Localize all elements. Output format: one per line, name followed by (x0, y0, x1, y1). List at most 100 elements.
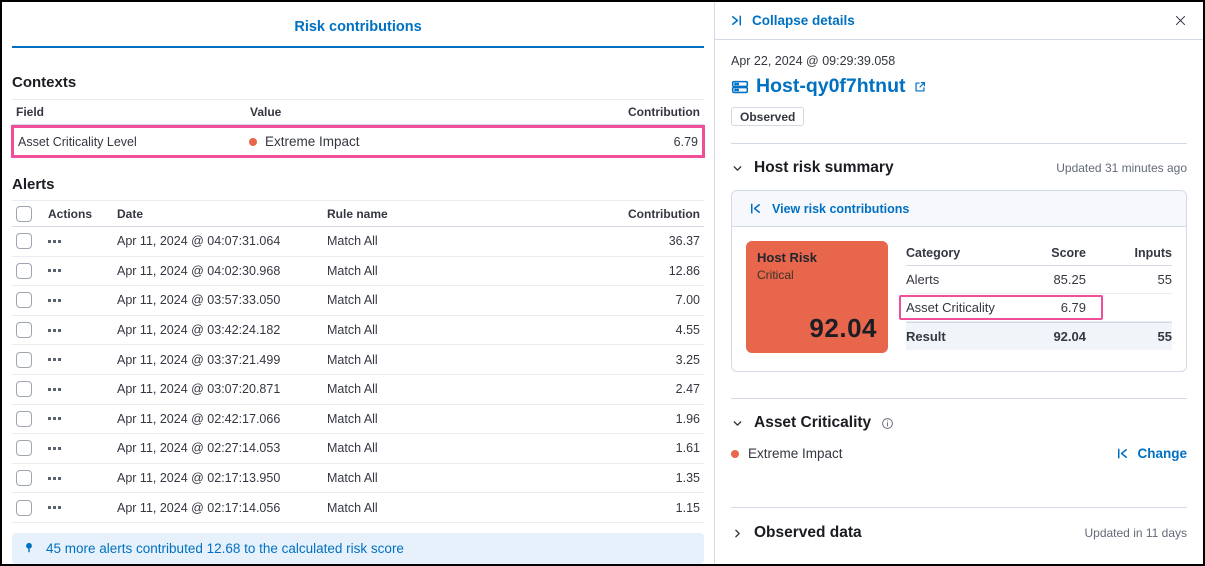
row-checkbox[interactable] (16, 351, 32, 368)
row-checkbox[interactable] (16, 470, 32, 487)
alert-contribution: 7.00 (675, 293, 700, 308)
alert-row: Apr 11, 2024 @ 03:37:21.499 Match All 3.… (12, 345, 704, 375)
risk-row-category: Result (906, 329, 946, 344)
alert-contribution: 1.61 (675, 441, 700, 456)
alert-row: Apr 11, 2024 @ 02:27:14.053 Match All 1.… (12, 434, 704, 464)
row-actions-icon[interactable] (48, 239, 117, 243)
risk-card-title: Host Risk (757, 250, 817, 265)
alerts-col-contribution: Contribution (628, 206, 700, 221)
open-external-icon[interactable] (913, 80, 927, 94)
risk-col-score: Score (1051, 246, 1086, 260)
host-risk-summary-header: Host risk summary Updated 31 minutes ago (731, 159, 1187, 177)
alerts-col-actions: Actions (48, 206, 93, 221)
row-checkbox[interactable] (16, 233, 32, 250)
change-criticality-button[interactable]: Change (1115, 446, 1187, 461)
risk-row-score: 6.79 (1060, 300, 1086, 315)
arrow-start-icon (748, 201, 763, 216)
contexts-col-contribution: Contribution (628, 105, 700, 119)
alert-row: Apr 11, 2024 @ 03:57:33.050 Match All 7.… (12, 286, 704, 316)
alert-row: Apr 11, 2024 @ 04:07:31.064 Match All 36… (12, 227, 704, 257)
alert-row: Apr 11, 2024 @ 04:02:30.968 Match All 12… (12, 257, 704, 287)
alert-contribution: 12.86 (668, 263, 700, 278)
alert-row: Apr 11, 2024 @ 02:42:17.066 Match All 1.… (12, 405, 704, 435)
row-checkbox[interactable] (16, 262, 32, 279)
alert-date: Apr 11, 2024 @ 04:07:31.064 (117, 234, 281, 249)
collapse-details-button[interactable]: Collapse details (729, 13, 855, 28)
observed-data-title: Observed data (754, 524, 862, 541)
row-actions-icon[interactable] (48, 269, 117, 273)
contexts-heading: Contexts (12, 74, 77, 91)
alerts-col-rule: Rule name (327, 206, 388, 221)
observed-data-updated: Updated in 11 days (1084, 526, 1187, 540)
alert-contribution: 4.55 (675, 323, 700, 338)
observed-data-header: Observed data Updated in 11 days (731, 524, 1187, 542)
risk-category-table: Category Score Inputs Alerts 85.25 55 As… (899, 241, 1172, 350)
context-field: Asset Criticality Level (18, 134, 137, 149)
row-checkbox[interactable] (16, 410, 32, 427)
view-risk-contributions-link[interactable]: View risk contributions (772, 202, 909, 216)
chevron-right-icon[interactable] (731, 527, 744, 540)
close-icon[interactable] (1174, 14, 1187, 27)
row-checkbox[interactable] (16, 499, 32, 516)
alert-date: Apr 11, 2024 @ 03:37:21.499 (117, 352, 281, 367)
context-value-label: Extreme Impact (265, 134, 360, 149)
alert-row: Apr 11, 2024 @ 02:17:13.950 Match All 1.… (12, 464, 704, 494)
alert-rule-name: Match All (327, 382, 378, 397)
alert-date: Apr 11, 2024 @ 02:17:13.950 (117, 471, 281, 486)
row-actions-icon[interactable] (48, 298, 117, 302)
alert-rule-name: Match All (327, 471, 378, 486)
row-checkbox[interactable] (16, 381, 32, 398)
contexts-col-field: Field (16, 105, 45, 119)
alert-contribution: 3.25 (675, 352, 700, 367)
host-risk-score-card: Host Risk Critical 92.04 (746, 241, 888, 353)
host-name-link[interactable]: Host-qy0f7htnut (756, 75, 906, 98)
risk-row-inputs: 55 (1157, 329, 1172, 344)
risk-card-score: 92.04 (809, 313, 877, 343)
row-actions-icon[interactable] (48, 446, 117, 450)
alert-date: Apr 11, 2024 @ 02:17:14.056 (117, 500, 281, 515)
contexts-table-header: Field Value Contribution (12, 99, 704, 125)
panel-title: Risk contributions (294, 19, 422, 35)
row-actions-icon[interactable] (48, 506, 117, 510)
flyout-topbar: Collapse details (715, 2, 1203, 40)
row-actions-icon[interactable] (48, 328, 117, 332)
chevron-down-icon[interactable] (731, 417, 744, 430)
pin-icon (22, 541, 36, 555)
event-timestamp: Apr 22, 2024 @ 09:29:39.058 (731, 54, 896, 68)
row-actions-icon[interactable] (48, 387, 117, 391)
divider (731, 143, 1187, 144)
risk-col-category: Category (906, 246, 961, 260)
risk-card-level: Critical (757, 268, 794, 282)
contexts-row-asset-criticality: Asset Criticality Level Extreme Impact 6… (11, 125, 705, 158)
risk-row-category: Asset Criticality (906, 300, 995, 315)
divider (731, 507, 1187, 508)
host-title-row: Host-qy0f7htnut (731, 75, 1187, 98)
host-storage-icon (731, 78, 749, 96)
alert-contribution: 36.37 (668, 234, 700, 249)
row-checkbox[interactable] (16, 322, 32, 339)
row-checkbox[interactable] (16, 440, 32, 457)
alert-date: Apr 11, 2024 @ 04:02:30.968 (117, 263, 281, 278)
info-icon[interactable] (881, 417, 894, 430)
chevron-down-icon[interactable] (731, 162, 744, 175)
row-actions-icon[interactable] (48, 417, 117, 421)
alert-contribution: 2.47 (675, 382, 700, 397)
change-label: Change (1137, 446, 1187, 461)
row-actions-icon[interactable] (48, 358, 117, 362)
alerts-table-body: Apr 11, 2024 @ 04:07:31.064 Match All 36… (12, 227, 704, 523)
select-all-checkbox[interactable] (16, 205, 32, 222)
contexts-col-value: Value (250, 105, 282, 119)
alert-row: Apr 11, 2024 @ 03:42:24.182 Match All 4.… (12, 316, 704, 346)
asset-criticality-value-row: Extreme Impact Change (731, 446, 1187, 461)
row-checkbox[interactable] (16, 292, 32, 309)
flyout-body: Apr 22, 2024 @ 09:29:39.058 Host-qy0f7ht… (715, 40, 1203, 564)
alerts-heading: Alerts (12, 176, 55, 193)
divider (731, 398, 1187, 399)
alert-rule-name: Match All (327, 234, 378, 249)
alert-rule-name: Match All (327, 352, 378, 367)
alert-date: Apr 11, 2024 @ 03:07:20.871 (117, 382, 281, 397)
risk-row-result: Result 92.04 55 (906, 322, 1172, 350)
row-actions-icon[interactable] (48, 476, 117, 480)
arrow-end-icon (729, 13, 744, 28)
risk-row-score: 85.25 (1053, 272, 1086, 287)
